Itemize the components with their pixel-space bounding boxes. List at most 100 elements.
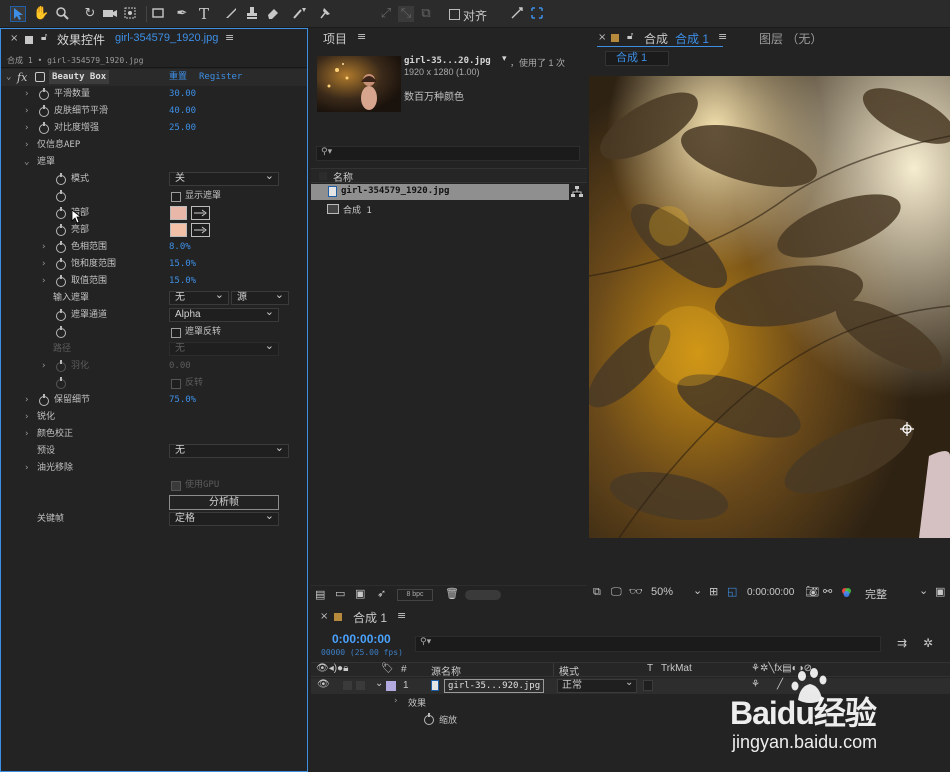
stopwatch-icon[interactable] [56,241,66,253]
hand-tool-icon[interactable]: ✋ [33,6,49,22]
use-gpu-checkbox[interactable] [171,481,181,491]
effect-enable-icon[interactable] [35,72,45,82]
expand-chevron[interactable]: › [24,86,29,103]
source-name-column-header[interactable]: 源名称 [431,663,461,678]
project-scrollbar[interactable] [465,590,501,600]
file-dropdown-icon[interactable]: ▾ [502,54,507,64]
panel-options-icon[interactable]: ≡ [225,31,234,44]
sharpen-group[interactable]: 锐化 [37,409,55,426]
anchor-point-icon[interactable] [899,421,915,437]
property-value[interactable]: 40.00 [169,103,196,120]
brush-tool-icon[interactable] [224,6,240,22]
property-value[interactable]: 30.00 [169,86,196,103]
always-preview-icon[interactable]: ⧉ [593,585,601,599]
expand-chevron[interactable]: › [24,460,29,477]
stopwatch-icon[interactable] [56,360,66,372]
expand-chevron[interactable]: › [41,273,46,290]
color-correct-group[interactable]: 颜色校正 [37,426,73,443]
axis-view-icon[interactable]: ⧉ [418,6,434,22]
interpret-footage-icon[interactable]: ▤ [315,588,325,601]
input-mask-dropdown[interactable]: 无 [169,289,229,305]
name-column-header[interactable]: 名称 [333,169,353,184]
chevron-down-icon[interactable]: ⌄ [625,677,633,688]
panel-options-icon[interactable]: ≡ [357,30,366,43]
comp-flowchart-icon[interactable]: ⇉ [897,636,907,650]
only-aep-group[interactable]: 仅信息AEP [37,137,80,154]
stopwatch-icon[interactable] [56,309,66,321]
label-column-icon[interactable] [319,172,327,180]
stopwatch-icon[interactable] [56,190,66,202]
roto-brush-tool-icon[interactable] [292,6,308,22]
trkmat-dropdown[interactable] [643,680,653,691]
stopwatch-icon[interactable] [56,275,66,287]
stopwatch-icon[interactable] [56,224,66,236]
stopwatch-icon[interactable] [39,88,49,100]
draft-3d-icon[interactable]: ✲ [923,636,933,650]
stopwatch-icon[interactable] [56,207,66,219]
panel-options-icon[interactable]: ≡ [718,30,727,43]
monitor-icon[interactable]: 🖵︎ [611,585,622,599]
keyframe-dropdown[interactable]: 定格 [169,510,279,526]
pen-tool-icon[interactable]: ✒ [174,6,190,22]
mask-visibility-icon[interactable]: 👓︎ [629,585,643,598]
sat-range-value[interactable]: 15.0% [169,256,196,273]
solo-toggle[interactable] [343,681,352,690]
stopwatch-icon[interactable] [56,258,66,270]
project-file-name[interactable]: girl-35...20.jpg [404,56,491,66]
mode-dropdown[interactable]: 关 [169,170,279,186]
color-channels-icon[interactable] [841,587,852,598]
stopwatch-icon[interactable] [56,377,66,389]
new-composition-icon[interactable]: ▣ [355,587,365,600]
expand-layer-chevron[interactable]: ⌄ [375,678,383,689]
layer-name[interactable]: girl-35...920.jpg [444,679,545,693]
effects-panel-title[interactable]: 效果控件 [57,31,105,48]
project-search-input[interactable]: ⚲▾ [316,146,580,161]
input-mask-source-dropdown[interactable]: 源 [231,289,289,305]
feather-value[interactable]: 0.00 [169,358,191,375]
timeline-tab[interactable]: 合成 1 [353,609,387,626]
av-features-icons[interactable]: 👁︎◂)●🔒︎ [316,663,348,674]
viewer-timecode[interactable]: 0:00:00:00 [747,587,794,598]
property-value[interactable]: 25.00 [169,120,196,137]
stopwatch-icon[interactable] [56,173,66,185]
expand-chevron[interactable]: › [24,103,29,120]
dark-color-swatch[interactable] [170,206,187,220]
comp-tab-name[interactable]: 合成 1 [675,30,709,47]
new-folder-icon[interactable]: ▭ [335,587,345,600]
chevron-down-icon[interactable]: ⌄ [693,584,702,597]
resolution-dropdown[interactable]: 完整 [865,586,925,602]
grid-icon[interactable]: ⊞ [709,585,718,598]
number-column-header[interactable]: # [401,664,407,675]
expand-chevron[interactable]: › [24,392,29,409]
align-checkbox[interactable] [449,9,460,20]
effects-panel-file[interactable]: girl-354579_1920.jpg [115,32,218,44]
lock-icon[interactable]: 🔓︎ [627,31,633,42]
invert-checkbox[interactable] [171,379,181,389]
stopwatch-icon[interactable] [39,105,49,117]
mask-group[interactable]: 遮罩 [37,154,55,171]
mask-channel-dropdown[interactable]: Alpha [169,306,279,322]
panel-menu-icon[interactable] [611,34,619,42]
layer-label-color[interactable] [386,681,396,691]
text-tool-icon[interactable]: T [196,6,212,22]
fx-icon[interactable]: fx [17,69,27,86]
close-panel-icon[interactable]: × [320,611,328,622]
chevron-down-icon[interactable]: ⌄ [919,584,928,597]
expand-chevron[interactable]: › [24,137,29,154]
expand-effect-chevron[interactable]: ⌄ [6,69,11,86]
rectangle-tool-icon[interactable] [151,6,167,22]
keep-detail-value[interactable]: 75.0% [169,392,196,409]
project-panel-title[interactable]: 项目 [323,30,347,47]
show-mask-checkbox[interactable] [171,192,181,202]
path-dropdown[interactable]: 无 [169,340,279,356]
close-panel-icon[interactable]: × [10,33,18,44]
analyze-frame-button[interactable]: 分析帧 [169,495,279,510]
region-of-interest-icon[interactable]: ◱ [727,585,737,598]
snap-icon[interactable] [510,6,526,22]
flowchart-icon[interactable] [571,186,583,198]
project-item-selected[interactable]: girl-354579_1920.jpg [311,184,569,200]
preset-dropdown[interactable]: 无 [169,442,289,458]
layer-tab[interactable]: 图层 （无） [759,30,822,47]
render-queue-icon[interactable]: ➶ [377,587,386,600]
expand-chevron[interactable]: › [24,120,29,137]
